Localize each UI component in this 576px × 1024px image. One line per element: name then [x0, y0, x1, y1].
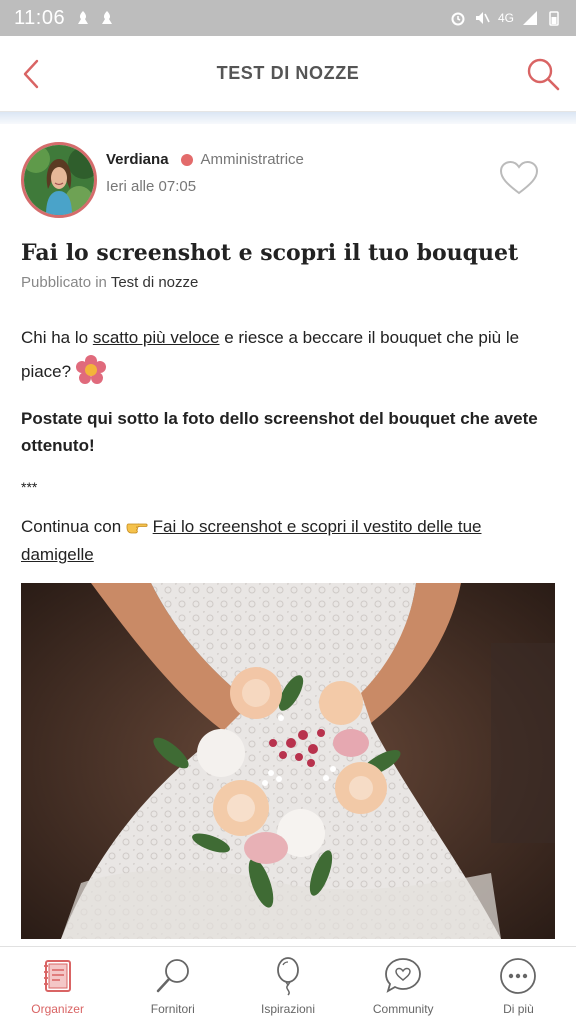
post-title: Fai lo screenshot e scopri il tuo bouque… — [21, 240, 519, 266]
nav-label: Ispirazioni — [260, 1002, 316, 1016]
signal-icon — [523, 11, 537, 25]
battery-icon — [549, 11, 559, 26]
avatar-image — [24, 145, 94, 215]
like-button[interactable] — [499, 160, 539, 196]
nav-item-di-piu[interactable]: Di più — [461, 947, 576, 1024]
status-bar: 11:06 4G — [0, 0, 576, 36]
status-time: 11:06 — [14, 6, 66, 29]
network-type: 4G — [497, 11, 514, 25]
forum-link[interactable]: Test di nozze — [111, 274, 199, 291]
heart-icon — [499, 160, 539, 195]
author-role: Amministratrice — [200, 151, 304, 168]
nav-item-community[interactable]: Community — [346, 947, 461, 1024]
organizer-icon — [43, 960, 71, 992]
continue-paragraph: Continua con Fai lo screenshot e scopri … — [21, 517, 482, 564]
nav-label: Di più — [503, 1002, 534, 1016]
mute-icon — [475, 12, 490, 24]
nav-item-ispirazioni[interactable]: Ispirazioni — [230, 947, 345, 1024]
community-icon — [385, 958, 422, 993]
nav-label: Organizer — [31, 1002, 84, 1016]
separator: *** — [21, 479, 38, 495]
author-row: Verdiana Amministratrice Ieri alle 07:05 — [21, 124, 555, 234]
header-divider — [0, 112, 576, 124]
flower-emoji-icon — [75, 355, 106, 384]
chevron-left-icon — [23, 59, 39, 89]
bouquet-photo[interactable] — [21, 583, 555, 939]
scatto-link[interactable]: scatto più veloce — [93, 328, 220, 347]
nav-label: Community — [372, 1002, 434, 1016]
more-icon — [500, 958, 537, 994]
notification-icon — [102, 11, 113, 24]
avatar[interactable] — [21, 142, 97, 218]
author-name[interactable]: Verdiana — [106, 151, 169, 168]
bottom-nav: Organizer Fornitori Ispirazioni Communit… — [0, 946, 576, 1024]
pointing-hand-icon — [126, 523, 148, 534]
post-paragraph-1: Chi ha lo scatto più veloce e riesce a b… — [21, 321, 555, 389]
post: Verdiana Amministratrice Ieri alle 07:05… — [0, 124, 576, 939]
notification-icon — [78, 11, 89, 24]
nav-item-fornitori[interactable]: Fornitori — [115, 947, 230, 1024]
fornitori-icon — [156, 959, 189, 993]
page-title: TEST DI NOZZE — [216, 63, 360, 83]
bouquet-image — [21, 583, 555, 939]
role-badge-icon — [180, 153, 193, 166]
search-button[interactable] — [524, 54, 562, 94]
back-button[interactable] — [14, 56, 48, 92]
search-icon — [527, 58, 560, 91]
post-timestamp: Ieri alle 07:05 — [106, 178, 197, 195]
nav-label: Fornitori — [150, 1002, 195, 1016]
app-header: TEST DI NOZZE — [0, 36, 576, 112]
nav-item-organizer[interactable]: Organizer — [0, 947, 115, 1024]
alarm-icon — [451, 12, 465, 26]
ispirazioni-icon — [277, 957, 299, 996]
post-paragraph-2: Postate qui sotto la foto dello screensh… — [21, 409, 538, 455]
published-in: Pubblicato in Test di nozze — [21, 274, 199, 291]
